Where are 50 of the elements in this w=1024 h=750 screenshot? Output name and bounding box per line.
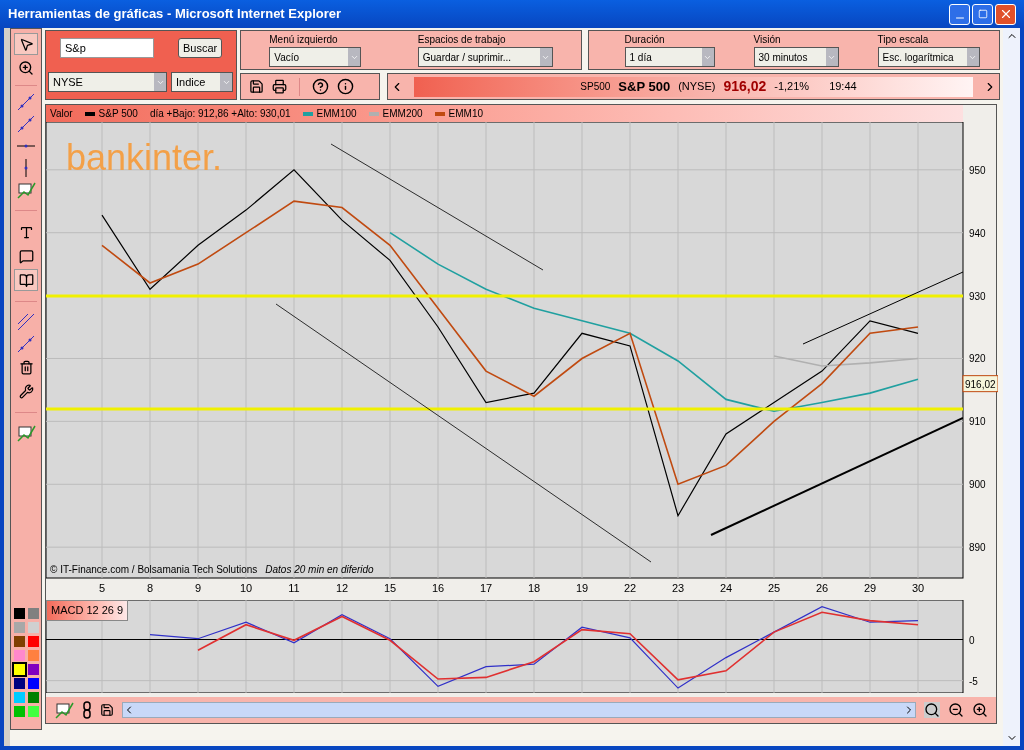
credit-text: © IT-Finance.com / Bolsamania Tech Solutions <box>50 563 258 577</box>
window-title: Herramientas de gráficas - Microsoft Internet Explorer <box>8 5 342 24</box>
axis-tick-label: 950 <box>969 164 986 176</box>
indicator-title: MACD 12 26 9 <box>46 600 129 621</box>
legend-label: Valor <box>50 107 73 121</box>
logo-text: bankinter. <box>66 140 223 176</box>
axis-tick-label: 24 <box>719 582 733 594</box>
ticker-market: (NYSE) <box>678 79 716 95</box>
axis-tick-label: 11 <box>288 582 300 594</box>
legend-label: EMM200 <box>382 107 423 121</box>
selector-label: Visión <box>753 33 782 47</box>
axis-tick-label: 30 <box>911 582 925 594</box>
axis-tick-label: 10 <box>239 582 253 594</box>
price-marker: 916,02 <box>962 375 998 393</box>
axis-tick-label: 8 <box>146 582 154 594</box>
selector-label: Espacios de trabajo <box>417 33 507 47</box>
axis-tick-label: 16 <box>431 582 445 594</box>
legend-label: EMM10 <box>448 107 484 121</box>
ticker-time: 19:44 <box>829 79 857 95</box>
axis-tick-label: -5 <box>969 675 978 687</box>
axis-tick-label: 900 <box>969 479 986 491</box>
axis-tick-label: 29 <box>863 582 877 594</box>
selector-label: Duración <box>624 33 666 47</box>
axis-tick-label: 15 <box>383 582 397 594</box>
axis-tick-label: 9 <box>194 582 202 594</box>
axis-tick-label: 17 <box>479 582 493 594</box>
axis-tick-label: 22 <box>623 582 637 594</box>
axis-tick-label: 5 <box>98 582 106 594</box>
axis-tick-label: 26 <box>815 582 829 594</box>
ticker-code: SP500 <box>580 80 611 94</box>
ticker-name: S&P 500 <box>618 77 671 96</box>
axis-tick-label: 910 <box>969 416 986 428</box>
axis-tick-label: 23 <box>671 582 685 594</box>
axis-tick-label: 940 <box>969 227 986 239</box>
selector-label: Tipo escala <box>877 33 930 47</box>
delay-note: Datos 20 min en diferido <box>265 563 374 577</box>
axis-tick-label: 890 <box>969 542 986 554</box>
legend-label: día +Bajo: 912,86 +Alto: 930,01 <box>149 107 291 121</box>
ticker-change: -1,21% <box>774 79 810 95</box>
legend-label: EMM100 <box>316 107 357 121</box>
axis-tick-label: 920 <box>969 353 986 365</box>
axis-tick-label: 25 <box>767 582 781 594</box>
axis-tick-label: 18 <box>527 582 541 594</box>
ticker-price: 916,02 <box>723 77 767 96</box>
axis-tick-label: 12 <box>335 582 349 594</box>
axis-tick-label: 930 <box>969 290 986 302</box>
selector-label: Menú izquierdo <box>269 33 339 47</box>
axis-tick-label: 19 <box>575 582 589 594</box>
legend-label: S&P 500 <box>98 107 138 121</box>
axis-tick-label: 0 <box>969 634 975 646</box>
